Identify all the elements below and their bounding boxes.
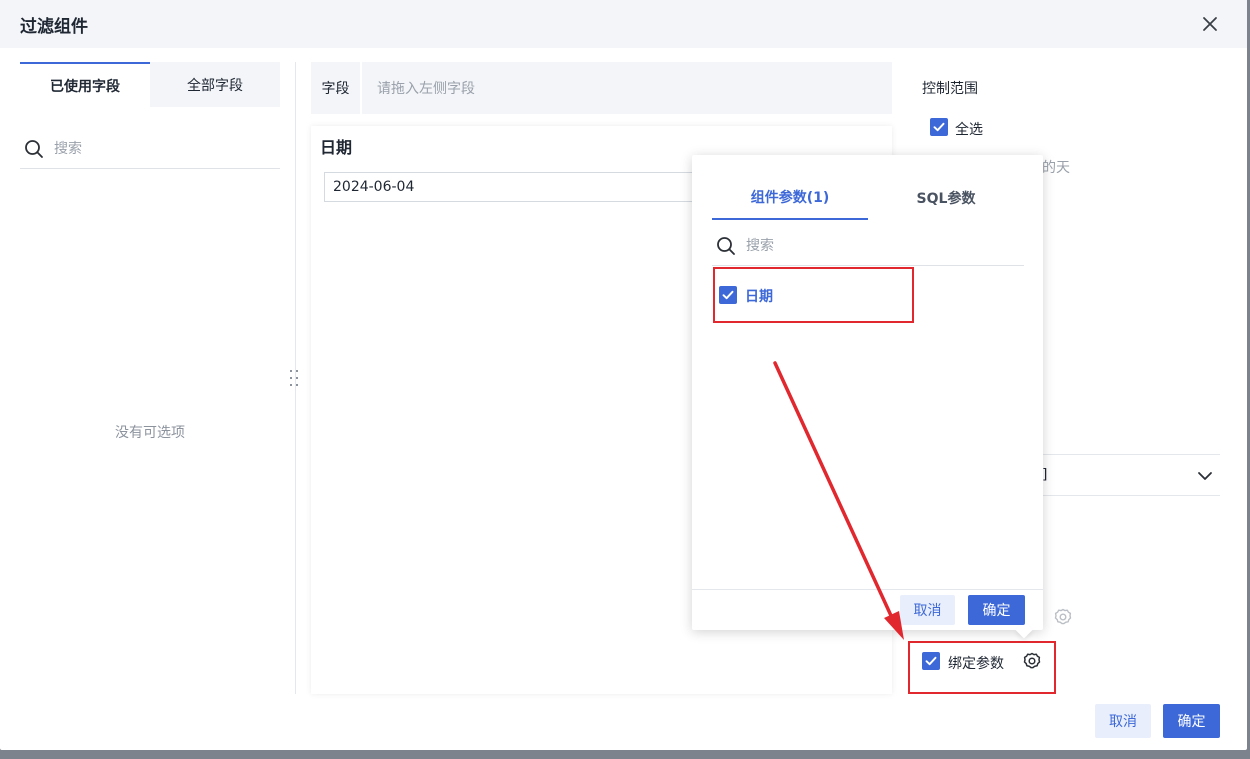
empty-state-text: 没有可选项 bbox=[115, 425, 185, 441]
tab-sql-params[interactable]: SQL参数 bbox=[868, 176, 1024, 220]
field-drop-placeholder: 请拖入左侧字段 bbox=[377, 81, 475, 97]
select-all-checkbox[interactable] bbox=[930, 118, 948, 136]
control-range-title: 控制范围 bbox=[922, 81, 978, 97]
field-label: 字段 bbox=[311, 62, 362, 114]
chevron-down-icon bbox=[1196, 467, 1214, 485]
tab-used-fields[interactable]: 已使用字段 bbox=[20, 62, 150, 107]
param-popover bbox=[692, 155, 1043, 630]
close-icon[interactable] bbox=[1198, 12, 1222, 36]
drag-handle-icon[interactable] bbox=[288, 368, 300, 388]
field-search-input[interactable] bbox=[54, 138, 274, 160]
popover-confirm-button[interactable]: 确定 bbox=[968, 595, 1025, 625]
param-search bbox=[712, 228, 1024, 266]
dialog-header bbox=[0, 0, 1247, 48]
tab-component-params[interactable]: 组件参数(1) bbox=[712, 176, 868, 220]
select-all-label: 全选 bbox=[955, 122, 983, 138]
date-input[interactable]: 2024-06-04 bbox=[324, 172, 704, 202]
popover-footer-divider bbox=[692, 589, 1043, 590]
gear-icon bbox=[1053, 607, 1073, 627]
param-search-input[interactable] bbox=[746, 235, 1006, 257]
gear-icon[interactable] bbox=[1022, 651, 1042, 671]
search-icon bbox=[24, 139, 44, 159]
param-item-label[interactable]: 日期 bbox=[745, 286, 773, 306]
dialog-title: 过滤组件 bbox=[20, 17, 88, 37]
search-icon bbox=[716, 236, 736, 256]
bind-params-label: 绑定参数 bbox=[948, 656, 1004, 672]
partial-option-text: 的天 bbox=[1042, 160, 1070, 176]
mode-select[interactable]: ] bbox=[1042, 454, 1220, 496]
param-item-highlight bbox=[713, 267, 914, 323]
confirm-button[interactable]: 确定 bbox=[1163, 704, 1220, 738]
popover-cancel-button[interactable]: 取消 bbox=[900, 595, 955, 625]
field-search bbox=[20, 132, 280, 169]
preview-title: 日期 bbox=[320, 138, 353, 157]
bind-params-checkbox[interactable] bbox=[922, 652, 940, 670]
filter-component-dialog: 过滤组件 已使用字段 全部字段 没有可选项 字段 请拖入左侧字段 日期 2024… bbox=[0, 0, 1247, 750]
tab-all-fields[interactable]: 全部字段 bbox=[150, 62, 280, 107]
param-item-checkbox[interactable] bbox=[719, 286, 737, 304]
cancel-button[interactable]: 取消 bbox=[1095, 704, 1151, 738]
